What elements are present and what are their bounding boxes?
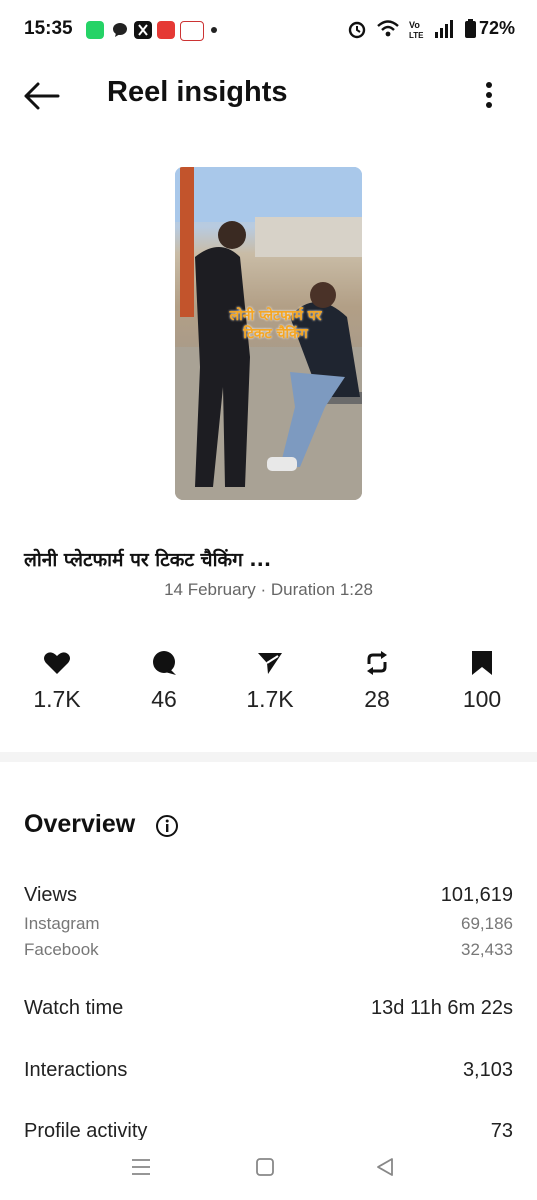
page-title: Reel insights (107, 76, 288, 108)
saves-stat: 100 (437, 650, 527, 713)
x-icon (134, 21, 152, 39)
thumbnail-caption-line2: टिकट चैकिंग (243, 326, 308, 342)
bookmark-icon (472, 651, 492, 675)
chat-icon (111, 21, 129, 39)
thumbnail-caption-line1: लोनी प्लेटफार्म पर (229, 308, 322, 324)
facebook-label: Facebook (24, 940, 99, 959)
profile-activity-label: Profile activity (24, 1120, 148, 1140)
dot-icon (211, 27, 217, 33)
facebook-value: 32,433 (461, 940, 513, 959)
shares-stat: 1.7K (225, 650, 315, 713)
triangle-back-icon (377, 1158, 393, 1176)
alarm-icon (348, 21, 366, 38)
back-nav-button[interactable] (374, 1156, 396, 1178)
more-options-button[interactable] (477, 80, 501, 112)
status-indicators: Vo LTE 72% (347, 18, 515, 39)
reel-thumbnail[interactable]: लोनी प्लेटफार्म पर टिकट चैकिंग (175, 167, 362, 500)
volte-icon: VoLTE (409, 20, 424, 39)
status-time: 15:35 (24, 18, 73, 39)
system-nav-bar (0, 1140, 537, 1200)
interactions-label: Interactions (24, 1059, 128, 1081)
profile-activity-value: 73 (490, 1120, 513, 1140)
back-button[interactable] (22, 80, 62, 112)
likes-count: 1.7K (33, 686, 81, 712)
more-vertical-icon (486, 82, 492, 108)
arrow-left-icon (24, 82, 60, 110)
battery-percent: 72% (478, 18, 515, 38)
reposts-count: 28 (364, 686, 390, 712)
views-value: 101,619 (440, 884, 513, 906)
svg-text:LTE: LTE (409, 31, 424, 39)
home-button[interactable] (254, 1156, 276, 1178)
instagram-label: Instagram (24, 914, 100, 933)
comments-stat: 46 (119, 650, 209, 713)
square-icon (256, 1158, 274, 1176)
battery-icon (464, 19, 476, 38)
reposts-stat: 28 (332, 650, 422, 713)
thumbnail-caption: लोनी प्लेटफार्म पर टिकट चैकिंग (203, 307, 348, 343)
profile-activity-row: Profile activity 73 (0, 1118, 537, 1140)
comment-icon (153, 651, 176, 675)
reel-meta: 14 February · Duration 1:28 (164, 580, 373, 599)
instagram-value: 69,186 (461, 914, 513, 933)
saves-count: 100 (462, 686, 502, 712)
share-icon (258, 653, 282, 674)
views-label: Views (24, 884, 77, 906)
info-icon (156, 815, 178, 837)
section-divider (0, 752, 537, 762)
overview-title: Overview (24, 810, 136, 838)
recents-button[interactable] (130, 1156, 152, 1178)
reel-title: लोनी प्लेटफार्म पर टिकट चैकिंग ... (24, 549, 272, 571)
watch-time-label: Watch time (24, 997, 124, 1019)
news-icon (180, 21, 204, 41)
heart-icon (44, 652, 70, 674)
likes-stat: 1.7K (12, 650, 102, 713)
interactions-value: 3,103 (462, 1059, 513, 1081)
calendar-icon (157, 21, 175, 39)
comments-count: 46 (151, 686, 177, 712)
info-button[interactable] (155, 814, 179, 838)
watch-time-value: 13d 11h 6m 22s (371, 997, 513, 1019)
svg-text:Vo: Vo (409, 20, 420, 30)
menu-icon (132, 1159, 150, 1175)
signal-icon (434, 19, 453, 38)
whatsapp-icon (86, 21, 104, 39)
wifi-icon (377, 19, 399, 36)
repost-icon (367, 651, 387, 675)
shares-count: 1.7K (246, 686, 294, 712)
